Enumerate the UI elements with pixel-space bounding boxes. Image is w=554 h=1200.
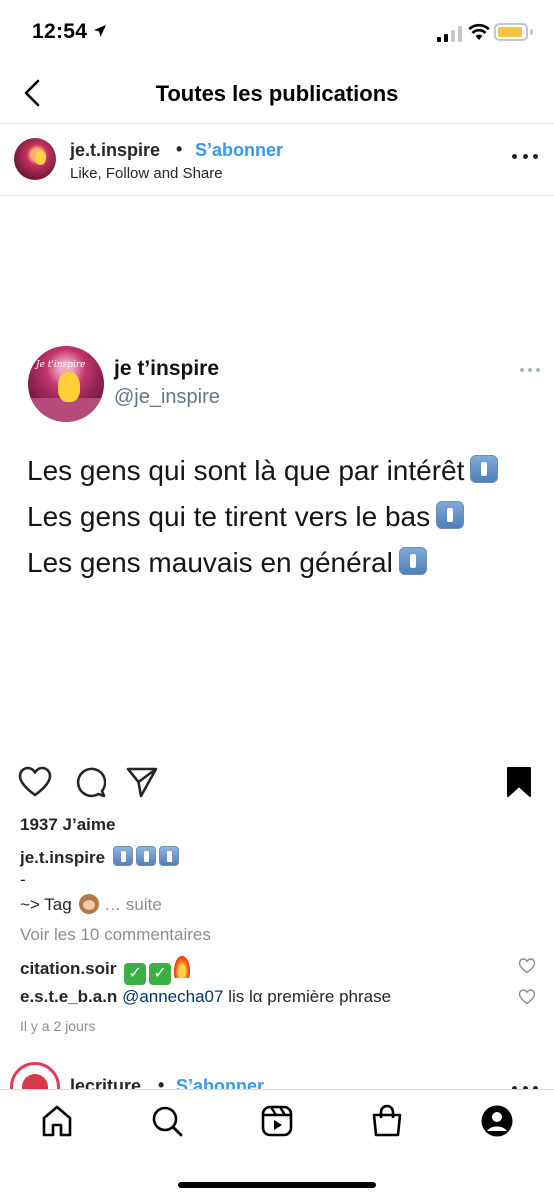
next-post-header: lecriture • S’abonner xyxy=(0,1058,554,1090)
litter-emoji-icon xyxy=(436,501,465,529)
comment-row: citation.soir ✓ ✓ xyxy=(20,956,191,985)
comment-row: e.s.t.e_b.a.n @annecha07 lis lα première… xyxy=(20,987,391,1007)
tweet-line: Les gens mauvais en général xyxy=(27,547,427,579)
post-header: je.t.inspire • S’abonner Like, Follow an… xyxy=(0,124,554,196)
separator-dot: • xyxy=(176,139,183,159)
tweet-line: Les gens qui te tirent vers le bas xyxy=(27,501,465,533)
caption-username[interactable]: je.t.inspire xyxy=(20,848,105,867)
caption-line: je.t.inspire xyxy=(20,846,179,868)
tweet-line: Les gens qui sont là que par intérêt xyxy=(27,455,499,487)
tweet-author-handle: @je_inspire xyxy=(114,386,220,408)
avatar[interactable] xyxy=(10,1062,60,1090)
caption-text: ~> Tag xyxy=(20,895,72,914)
comment-like-icon[interactable] xyxy=(518,958,536,974)
litter-emoji-icon xyxy=(158,846,179,866)
likes-count[interactable]: 1937 J’aime xyxy=(20,815,115,835)
tweet-author-name: je t’inspire xyxy=(114,357,220,380)
status-bar: 12:54 xyxy=(0,0,554,60)
litter-emoji-icon xyxy=(470,455,499,483)
post-username[interactable]: lecriture xyxy=(70,1076,141,1090)
heart-icon[interactable] xyxy=(18,766,52,798)
litter-emoji-icon xyxy=(398,547,427,575)
litter-emoji-icon xyxy=(112,846,133,866)
page-title: Toutes les publications xyxy=(155,81,399,106)
caption-line: ~> Tag … suite xyxy=(20,894,162,915)
post-subtitle: Like, Follow and Share xyxy=(70,165,223,182)
battery-icon xyxy=(494,23,528,41)
home-indicator xyxy=(178,1182,376,1188)
battery-tip xyxy=(530,29,533,35)
check-emoji-icon: ✓ xyxy=(124,963,147,985)
monkey-emoji-icon xyxy=(79,894,100,914)
search-icon[interactable] xyxy=(150,1104,184,1138)
tweet-avatar-text: Je t'inspire xyxy=(36,360,86,370)
bookmark-filled-icon[interactable] xyxy=(506,766,532,798)
litter-emoji-icon xyxy=(135,846,156,866)
caption-more-link[interactable]: … suite xyxy=(104,895,162,914)
nav-header: Toutes les publications xyxy=(0,62,554,124)
tweet-line-text: Les gens mauvais en général xyxy=(27,547,393,578)
profile-icon[interactable] xyxy=(480,1104,514,1138)
separator-dot: • xyxy=(158,1075,165,1090)
view-comments-link[interactable]: Voir les 10 commentaires xyxy=(20,925,211,945)
post-username[interactable]: je.t.inspire xyxy=(70,140,160,161)
reels-icon[interactable] xyxy=(260,1104,294,1138)
comment-username[interactable]: e.s.t.e_b.a.n xyxy=(20,987,117,1006)
avatar[interactable] xyxy=(14,138,56,180)
post-timestamp: Il y a 2 jours xyxy=(20,1018,96,1034)
follow-button[interactable]: S’abonner xyxy=(195,140,283,161)
comment-text: lis lα première phrase xyxy=(223,987,392,1006)
tweet-line-text: Les gens qui sont là que par intérêt xyxy=(27,455,465,486)
paper-plane-icon[interactable] xyxy=(126,766,158,798)
cellular-signal-icon xyxy=(437,26,462,42)
comment-like-icon[interactable] xyxy=(518,989,536,1005)
more-options-icon[interactable] xyxy=(512,154,538,162)
follow-button[interactable]: S’abonner xyxy=(176,1076,264,1090)
check-emoji-icon: ✓ xyxy=(149,963,172,985)
tweet-more-icon xyxy=(520,368,540,373)
tweet-avatar: Je t'inspire xyxy=(28,346,104,422)
home-icon[interactable] xyxy=(40,1104,74,1138)
fire-emoji-icon xyxy=(174,956,191,978)
post-image[interactable]: Je t'inspire je t’inspire @je_inspire Le… xyxy=(0,197,554,745)
shop-icon[interactable] xyxy=(370,1104,404,1138)
wifi-icon xyxy=(468,23,490,40)
tweet-line-text: Les gens qui te tirent vers le bas xyxy=(27,501,431,532)
comment-icon[interactable] xyxy=(74,766,106,798)
comment-mention[interactable]: @annecha07 xyxy=(122,987,223,1006)
caption-line: - xyxy=(20,870,26,889)
status-time: 12:54 xyxy=(32,20,88,43)
comment-username[interactable]: citation.soir xyxy=(20,959,116,978)
location-arrow-icon xyxy=(94,25,106,37)
post-actions xyxy=(0,760,554,806)
